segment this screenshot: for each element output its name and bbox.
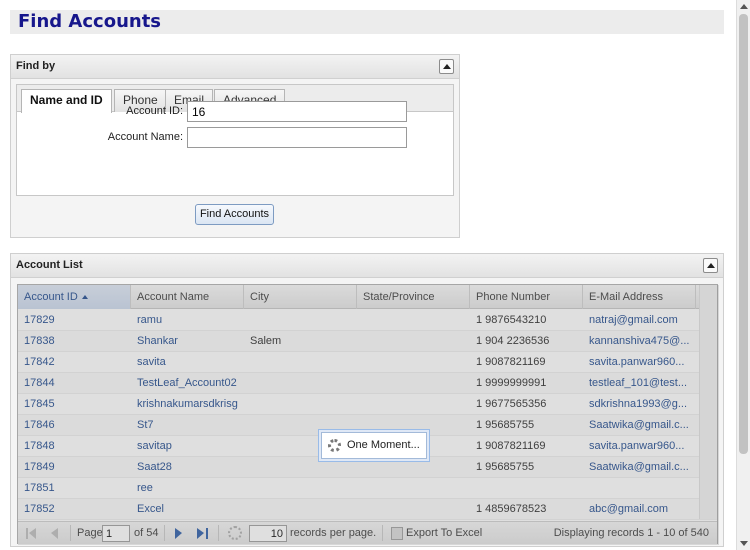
account-grid: Account ID Account Name City State/Provi…: [17, 284, 719, 545]
account-name-label: Account Name:: [107, 131, 183, 143]
find-by-title: Find by: [16, 60, 56, 72]
find-by-collapse-button[interactable]: [439, 59, 454, 74]
loading-mask: One Moment...: [18, 285, 719, 545]
find-by-tabs: Name and ID Phone Email Advanced Account…: [16, 84, 454, 196]
account-id-row: Account ID:: [17, 101, 455, 123]
scroll-up-arrow-icon[interactable]: [740, 4, 748, 9]
loading-indicator: One Moment...: [318, 429, 430, 462]
account-name-input[interactable]: [187, 127, 407, 148]
account-list-header: Account List: [11, 254, 723, 278]
spinner-icon: [328, 439, 341, 452]
loading-text: One Moment...: [347, 439, 420, 451]
account-id-label: Account ID:: [126, 105, 183, 117]
account-list-collapse-button[interactable]: [703, 258, 718, 273]
find-by-header: Find by: [11, 55, 459, 79]
page-title-bar: Find Accounts: [10, 10, 724, 34]
account-id-input[interactable]: [187, 101, 407, 122]
window-scrollbar[interactable]: [736, 0, 750, 550]
account-list-title: Account List: [16, 259, 83, 271]
scroll-down-arrow-icon[interactable]: [740, 541, 748, 546]
page-title: Find Accounts: [18, 11, 162, 32]
find-accounts-button[interactable]: Find Accounts: [195, 204, 274, 225]
account-name-row: Account Name:: [17, 127, 455, 149]
find-by-panel: Find by Name and ID Phone Email Advanced…: [10, 54, 460, 238]
scrollbar-thumb[interactable]: [739, 14, 748, 454]
loading-inner: One Moment...: [321, 432, 427, 459]
account-list-panel: Account List Account ID Account Name Cit…: [10, 253, 724, 547]
